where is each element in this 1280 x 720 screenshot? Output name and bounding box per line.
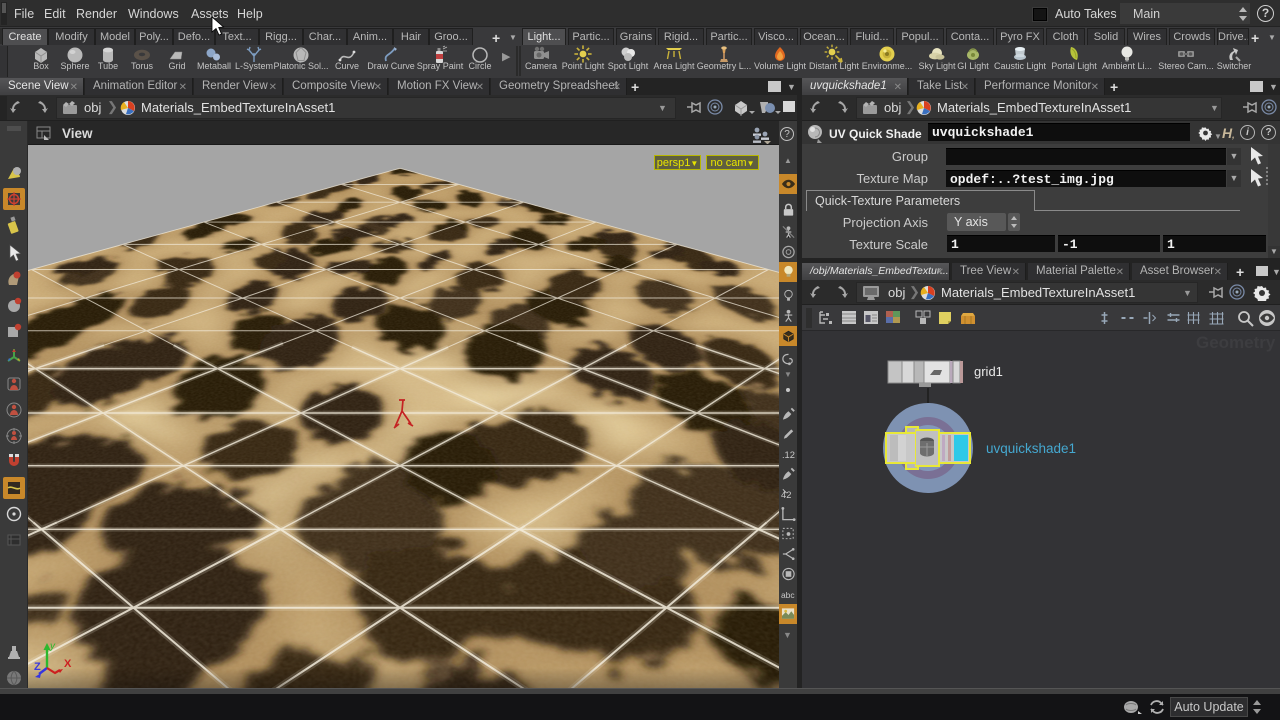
svg-text:X: X [64,658,72,670]
svg-text:.12: .12 [782,450,795,460]
svg-text:y: y [49,641,56,652]
svg-text:Z: Z [34,661,41,673]
svg-text:abc: abc [781,590,795,600]
svg-text:42: 42 [781,490,791,500]
